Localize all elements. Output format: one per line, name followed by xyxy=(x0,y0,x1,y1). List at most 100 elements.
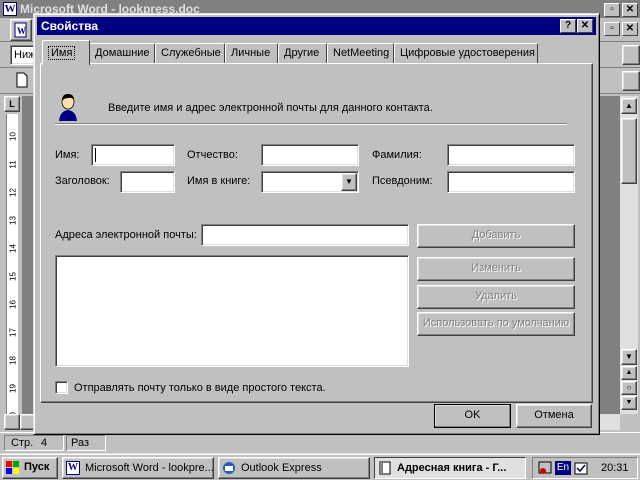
svg-text:W: W xyxy=(17,26,26,36)
help-button[interactable]: ? xyxy=(560,19,576,33)
task-address-book[interactable]: Адресная книга - Г... xyxy=(374,457,526,479)
dialog-close-button[interactable]: ✕ xyxy=(577,19,593,33)
view-buttons xyxy=(4,414,36,430)
tray-language-indicator[interactable]: En xyxy=(555,461,571,475)
add-email-button[interactable]: Добавить xyxy=(417,224,575,248)
task-word-label: Microsoft Word - lookpre... xyxy=(85,462,214,474)
dialog-title-bar: Свойства ? ✕ xyxy=(37,17,596,35)
status-section-field: Раз xyxy=(66,435,106,451)
tab-name[interactable]: Имя xyxy=(42,40,90,65)
tab-other[interactable]: Другие xyxy=(278,43,327,64)
cancel-button[interactable]: Отмена xyxy=(516,404,592,428)
prev-page-button[interactable]: ▲ xyxy=(621,366,637,380)
title-label: Заголовок: xyxy=(55,175,110,187)
tab-business-label: Служебные xyxy=(161,47,221,59)
taskbar: Пуск W Microsoft Word - lookpre... Outlo… xyxy=(0,453,640,480)
nickname-input[interactable] xyxy=(447,171,575,193)
middle-name-label: Отчество: xyxy=(187,149,238,161)
tab-home[interactable]: Домашние xyxy=(89,43,155,64)
status-page-field: Стр. 4 xyxy=(4,435,64,451)
toolbar-right-button[interactable] xyxy=(622,45,640,65)
word-close-button[interactable]: ✕ xyxy=(622,3,638,17)
task-word[interactable]: W Microsoft Word - lookpre... xyxy=(62,457,214,479)
ruler-number: 19 xyxy=(8,384,18,393)
set-default-button[interactable]: Использовать по умолчанию xyxy=(417,312,575,336)
word-task-icon: W xyxy=(66,461,80,475)
properties-dialog: Свойства ? ✕ Имя Домашние Служебные Личн… xyxy=(33,13,600,435)
ruler-number: 14 xyxy=(8,244,18,253)
tray-clock: 20:31 xyxy=(601,462,629,474)
nickname-label: Псевдоним: xyxy=(372,175,433,187)
tab-digital-ids-label: Цифровые удостоверения xyxy=(400,47,535,59)
tab-panel: Введите имя и адрес электронной почты дл… xyxy=(40,63,593,403)
ruler-corner-button[interactable]: L xyxy=(4,96,20,112)
remove-email-button[interactable]: Удалить xyxy=(417,285,575,309)
ruler-number: 18 xyxy=(8,356,18,365)
middle-name-input[interactable] xyxy=(261,144,359,166)
email-input[interactable] xyxy=(201,224,409,246)
separator-line xyxy=(55,123,567,125)
scroll-up-button[interactable]: ▲ xyxy=(621,98,637,114)
status-page-label: Стр. xyxy=(11,437,34,449)
scroll-down-button[interactable]: ▼ xyxy=(621,349,637,365)
tab-personal-label: Личные xyxy=(231,47,271,59)
next-page-button[interactable]: ▼ xyxy=(621,396,637,410)
title-input[interactable] xyxy=(120,171,175,193)
ruler-number: 13 xyxy=(8,216,18,225)
text-caret xyxy=(95,148,96,162)
outlook-task-icon xyxy=(222,461,236,475)
email-list[interactable] xyxy=(55,255,409,367)
select-browse-object-button[interactable]: ○ xyxy=(621,381,637,395)
toolbar-right-button-2[interactable] xyxy=(622,71,640,91)
ruler-strip: 1011121314151617181920 xyxy=(6,114,18,421)
dropdown-arrow-icon[interactable]: ▼ xyxy=(341,173,357,191)
tray-clipboard-icon[interactable] xyxy=(574,461,588,475)
normal-view-button[interactable] xyxy=(4,414,20,430)
scroll-thumb[interactable] xyxy=(621,118,637,184)
word-doc-icon[interactable]: W xyxy=(10,19,32,41)
edit-email-button[interactable]: Изменить xyxy=(417,257,575,281)
vertical-ruler: L 1011121314151617181920 xyxy=(4,96,20,421)
tab-other-label: Другие xyxy=(284,47,320,59)
task-outlook-label: Outlook Express xyxy=(241,462,322,474)
word-status-bar: Стр. 4 Раз xyxy=(0,432,640,452)
tab-digital-ids[interactable]: Цифровые удостоверения xyxy=(394,43,538,64)
word-app-icon: W xyxy=(3,2,17,16)
intro-text: Введите имя и адрес электронной почты дл… xyxy=(108,102,433,114)
tab-netmeeting-label: NetMeeting xyxy=(333,47,390,59)
ruler-number: 17 xyxy=(8,328,18,337)
tray-app-icon[interactable] xyxy=(538,461,552,475)
ruler-number: 12 xyxy=(8,188,18,197)
last-name-input[interactable] xyxy=(447,144,575,166)
first-name-label: Имя: xyxy=(55,149,80,161)
ruler-number: 15 xyxy=(8,272,18,281)
ok-button[interactable]: OK xyxy=(434,404,511,428)
start-label: Пуск xyxy=(24,461,50,473)
new-document-icon[interactable] xyxy=(12,70,34,92)
doc-restore-button[interactable]: ▫ xyxy=(604,22,620,36)
system-tray: En 20:31 xyxy=(532,457,638,479)
display-name-combo[interactable]: ▼ xyxy=(261,171,359,193)
status-section-label: Раз xyxy=(71,437,90,449)
plain-text-label[interactable]: Отправлять почту только в виде простого … xyxy=(74,382,326,394)
dialog-title: Свойства xyxy=(41,19,99,33)
tab-netmeeting[interactable]: NetMeeting xyxy=(327,43,394,64)
plain-text-checkbox[interactable] xyxy=(55,381,68,394)
start-button[interactable]: Пуск xyxy=(2,457,58,479)
windows-logo-icon xyxy=(6,461,20,475)
task-address-book-label: Адресная книга - Г... xyxy=(397,462,507,474)
doc-close-button[interactable]: ✕ xyxy=(622,22,638,36)
word-restore-button[interactable]: ▫ xyxy=(604,3,620,17)
person-icon xyxy=(55,91,81,121)
tab-business[interactable]: Служебные xyxy=(155,43,225,64)
word-vertical-scrollbar[interactable]: ▲ ▼ ▲ ○ ▼ xyxy=(620,96,638,414)
tab-name-label: Имя xyxy=(48,46,76,60)
tab-personal[interactable]: Личные xyxy=(225,43,278,64)
first-name-input[interactable] xyxy=(91,144,175,166)
task-outlook[interactable]: Outlook Express xyxy=(218,457,370,479)
email-label: Адреса электронной почты: xyxy=(55,229,197,241)
display-name-label: Имя в книге: xyxy=(187,175,251,187)
tab-home-label: Домашние xyxy=(95,47,150,59)
status-page-number: 4 xyxy=(41,437,48,449)
ruler-number: 11 xyxy=(8,160,18,169)
